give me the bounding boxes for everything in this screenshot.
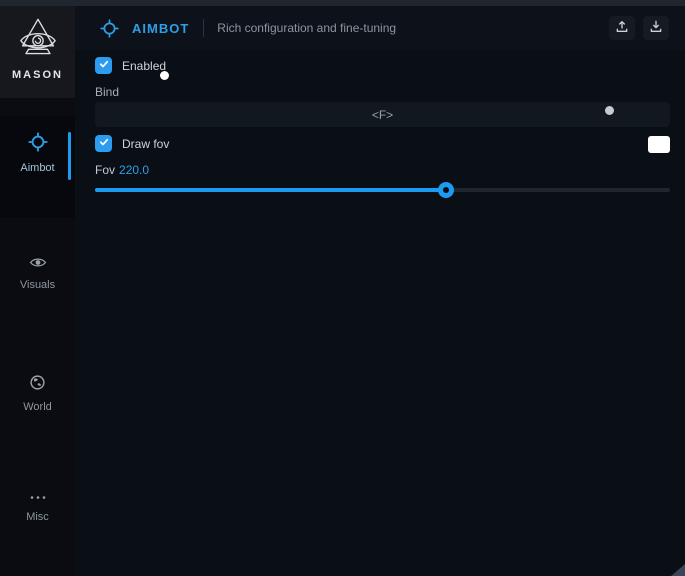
sidebar-item-label: Aimbot xyxy=(20,162,54,174)
sidebar-item-label: Misc xyxy=(26,511,49,523)
eye-icon xyxy=(29,256,47,272)
draw-fov-label: Draw fov xyxy=(122,137,169,151)
sidebar-item-aimbot[interactable]: Aimbot xyxy=(0,132,75,174)
fov-label-row: Fov 220.0 xyxy=(95,163,149,177)
bind-key-field[interactable]: <F> xyxy=(95,102,670,127)
sidebar: MASON Aimbot Visuals xyxy=(0,6,75,576)
draw-fov-checkbox[interactable] xyxy=(95,135,112,152)
download-config-button[interactable] xyxy=(643,16,669,40)
ellipsis-icon xyxy=(29,492,47,504)
enabled-row: Enabled xyxy=(95,57,166,74)
header-divider xyxy=(203,19,204,37)
fov-label: Fov xyxy=(95,163,115,177)
upload-config-button[interactable] xyxy=(609,16,635,40)
fov-slider-fill xyxy=(95,188,446,192)
sidebar-item-label: World xyxy=(23,401,52,413)
crosshair-icon xyxy=(28,132,48,155)
sidebar-item-world[interactable]: World xyxy=(0,374,75,413)
check-icon xyxy=(98,135,110,153)
fov-slider-track[interactable] xyxy=(95,188,670,192)
bind-label: Bind xyxy=(95,85,119,99)
fov-color-swatch[interactable] xyxy=(648,136,670,153)
globe-icon xyxy=(29,374,46,394)
header-actions xyxy=(609,16,669,40)
logo-block: MASON xyxy=(0,6,75,98)
bind-key-value: <F> xyxy=(372,108,393,122)
page-header: AIMBOT Rich configuration and fine-tunin… xyxy=(75,6,685,50)
draw-fov-row: Draw fov xyxy=(95,135,169,152)
enabled-label: Enabled xyxy=(122,59,166,73)
sidebar-item-misc[interactable]: Misc xyxy=(0,492,75,523)
corner-sliver xyxy=(671,564,685,576)
sidebar-item-visuals[interactable]: Visuals xyxy=(0,256,75,291)
fov-value: 220.0 xyxy=(119,163,149,177)
cursor-dot xyxy=(160,71,169,80)
crosshair-icon xyxy=(100,19,119,38)
page-title: AIMBOT xyxy=(132,21,189,36)
page-subtitle: Rich configuration and fine-tuning xyxy=(217,21,396,35)
enabled-checkbox[interactable] xyxy=(95,57,112,74)
upload-icon xyxy=(614,18,630,39)
decorative-dot xyxy=(605,106,614,115)
logo-title: MASON xyxy=(12,69,63,81)
check-icon xyxy=(98,57,110,75)
download-icon xyxy=(648,18,664,39)
fov-slider-handle[interactable] xyxy=(438,182,454,198)
sidebar-item-label: Visuals xyxy=(20,279,55,291)
mason-eye-pyramid-logo-icon xyxy=(14,15,62,68)
